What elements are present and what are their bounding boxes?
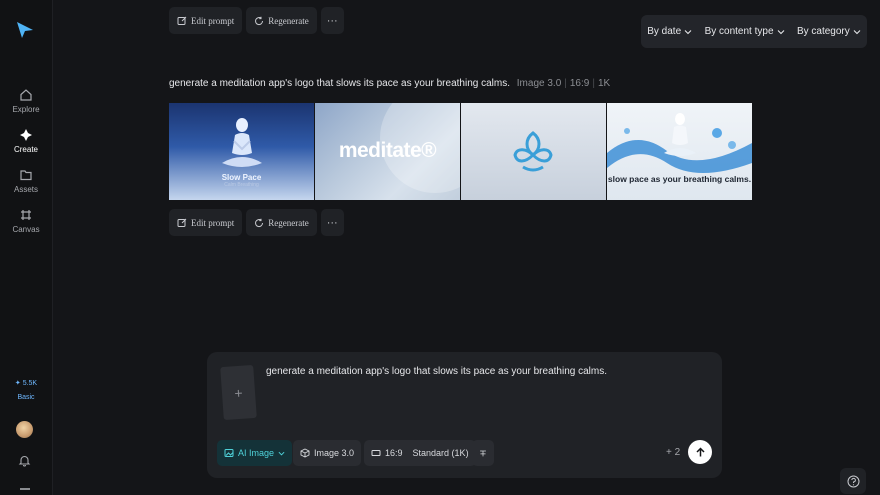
question-icon xyxy=(847,475,859,487)
regenerate-label: Regenerate xyxy=(268,15,309,26)
resolution-tag: 1K xyxy=(597,78,611,89)
regenerate-button[interactable]: Regenerate xyxy=(246,7,317,34)
chevron-down-icon xyxy=(777,29,784,34)
ratio-label: 16:9 xyxy=(385,448,403,458)
sidebar: Explore Create Assets Canvas ✦ 5.5K Basi… xyxy=(0,0,53,495)
model-label: Image 3.0 xyxy=(314,448,355,458)
filter-label: By date xyxy=(647,26,682,37)
more-button[interactable]: ··· xyxy=(320,209,344,236)
aspect-quality-select[interactable]: 16:9 Standard (1K) xyxy=(364,440,476,466)
prompt-composer: + generate a meditation app's logo that … xyxy=(207,352,722,478)
ratio-tag: 16:9 xyxy=(569,78,590,89)
bell-icon[interactable] xyxy=(18,454,31,467)
divider: | xyxy=(592,78,595,89)
home-icon xyxy=(20,89,32,101)
chevron-down-icon xyxy=(853,29,861,34)
meditation-figure-icon xyxy=(222,118,262,167)
filter-by-date[interactable]: By date xyxy=(647,26,692,37)
credits-count: ✦ 5.5K xyxy=(14,380,38,387)
image-title: Slow Pace xyxy=(221,173,262,182)
generated-image-2[interactable]: meditate® xyxy=(315,103,460,200)
edit-prompt-label: Edit prompt xyxy=(191,15,235,26)
image-icon xyxy=(224,449,234,457)
regenerate-label: Regenerate xyxy=(268,217,309,228)
avatar[interactable] xyxy=(16,421,33,438)
arrow-up-icon xyxy=(695,446,705,456)
sidebar-item-canvas[interactable]: Canvas xyxy=(0,208,52,234)
meditation-figure-icon xyxy=(664,113,696,156)
generated-images: Slow Pace Calm Breathing meditate® slow … xyxy=(169,103,752,200)
regenerate-button[interactable]: Regenerate xyxy=(246,209,317,236)
edit-prompt-label: Edit prompt xyxy=(191,217,235,228)
image-action-row: Edit prompt Regenerate ··· xyxy=(169,209,344,236)
more-icon: ··· xyxy=(326,14,338,27)
folder-icon xyxy=(20,170,32,181)
filter-bar: By date By content type By category xyxy=(641,15,867,48)
top-action-row: Edit prompt Regenerate ··· xyxy=(169,7,344,34)
edit-icon xyxy=(177,218,187,227)
lotus-logo-icon xyxy=(513,131,553,172)
send-button[interactable] xyxy=(688,440,712,464)
quality-label: Standard (1K) xyxy=(412,448,469,458)
prompt-text: generate a meditation app's logo that sl… xyxy=(169,78,510,89)
model-select[interactable]: Image 3.0 xyxy=(293,440,362,466)
chevron-down-icon xyxy=(278,451,285,455)
sidebar-item-label: Canvas xyxy=(12,225,40,234)
plus-icon: + xyxy=(233,384,244,401)
image-title: meditate® xyxy=(338,139,437,162)
text-style-button[interactable] xyxy=(472,440,494,466)
more-icon: ··· xyxy=(326,216,338,229)
chevron-down-icon xyxy=(684,29,692,34)
canvas-icon xyxy=(21,210,31,220)
generated-image-4[interactable]: slow pace as your breathing calms. xyxy=(607,103,752,200)
model-tag: Image 3.0 xyxy=(516,78,562,89)
menu-icon[interactable] xyxy=(20,488,30,490)
cube-icon xyxy=(300,448,310,458)
sidebar-item-explore[interactable]: Explore xyxy=(0,88,52,114)
image-subtitle: Calm Breathing xyxy=(224,182,259,188)
app-logo-icon[interactable] xyxy=(14,18,36,40)
filter-by-category[interactable]: By category xyxy=(797,26,861,37)
generation-prompt: generate a meditation app's logo that sl… xyxy=(169,78,610,89)
text-format-icon xyxy=(480,450,486,456)
generated-image-3[interactable] xyxy=(461,103,606,200)
edit-prompt-button[interactable]: Edit prompt xyxy=(169,7,243,34)
extra-options-count[interactable]: + 2 xyxy=(666,447,680,458)
generated-image-1[interactable]: Slow Pace Calm Breathing xyxy=(169,103,314,200)
filter-by-content-type[interactable]: By content type xyxy=(705,26,785,37)
divider: | xyxy=(564,78,567,89)
more-button[interactable]: ··· xyxy=(320,7,344,34)
plan-label: Basic xyxy=(17,394,35,401)
sidebar-item-assets[interactable]: Assets xyxy=(0,168,52,194)
filter-label: By content type xyxy=(704,26,774,37)
image-title: slow pace as your breathing calms. xyxy=(607,174,752,184)
help-button[interactable] xyxy=(840,468,866,494)
regenerate-icon xyxy=(255,16,264,25)
prompt-input[interactable]: generate a meditation app's logo that sl… xyxy=(266,366,607,377)
sidebar-item-label: Assets xyxy=(13,185,38,194)
sparkle-icon xyxy=(20,129,32,141)
credits-badge[interactable]: ✦ 5.5K Basic xyxy=(8,377,44,405)
sidebar-item-label: Explore xyxy=(12,105,40,114)
ai-image-mode-select[interactable]: AI Image xyxy=(217,440,293,466)
sidebar-item-create[interactable]: Create xyxy=(0,128,52,154)
aspect-ratio-icon xyxy=(371,450,381,456)
ai-mode-label: AI Image xyxy=(238,448,275,458)
edit-prompt-button[interactable]: Edit prompt xyxy=(169,209,243,236)
sidebar-item-label: Create xyxy=(13,145,38,154)
regenerate-icon xyxy=(255,218,264,227)
upload-reference-button[interactable]: + xyxy=(220,364,257,421)
edit-icon xyxy=(177,16,187,25)
filter-label: By category xyxy=(796,26,850,37)
